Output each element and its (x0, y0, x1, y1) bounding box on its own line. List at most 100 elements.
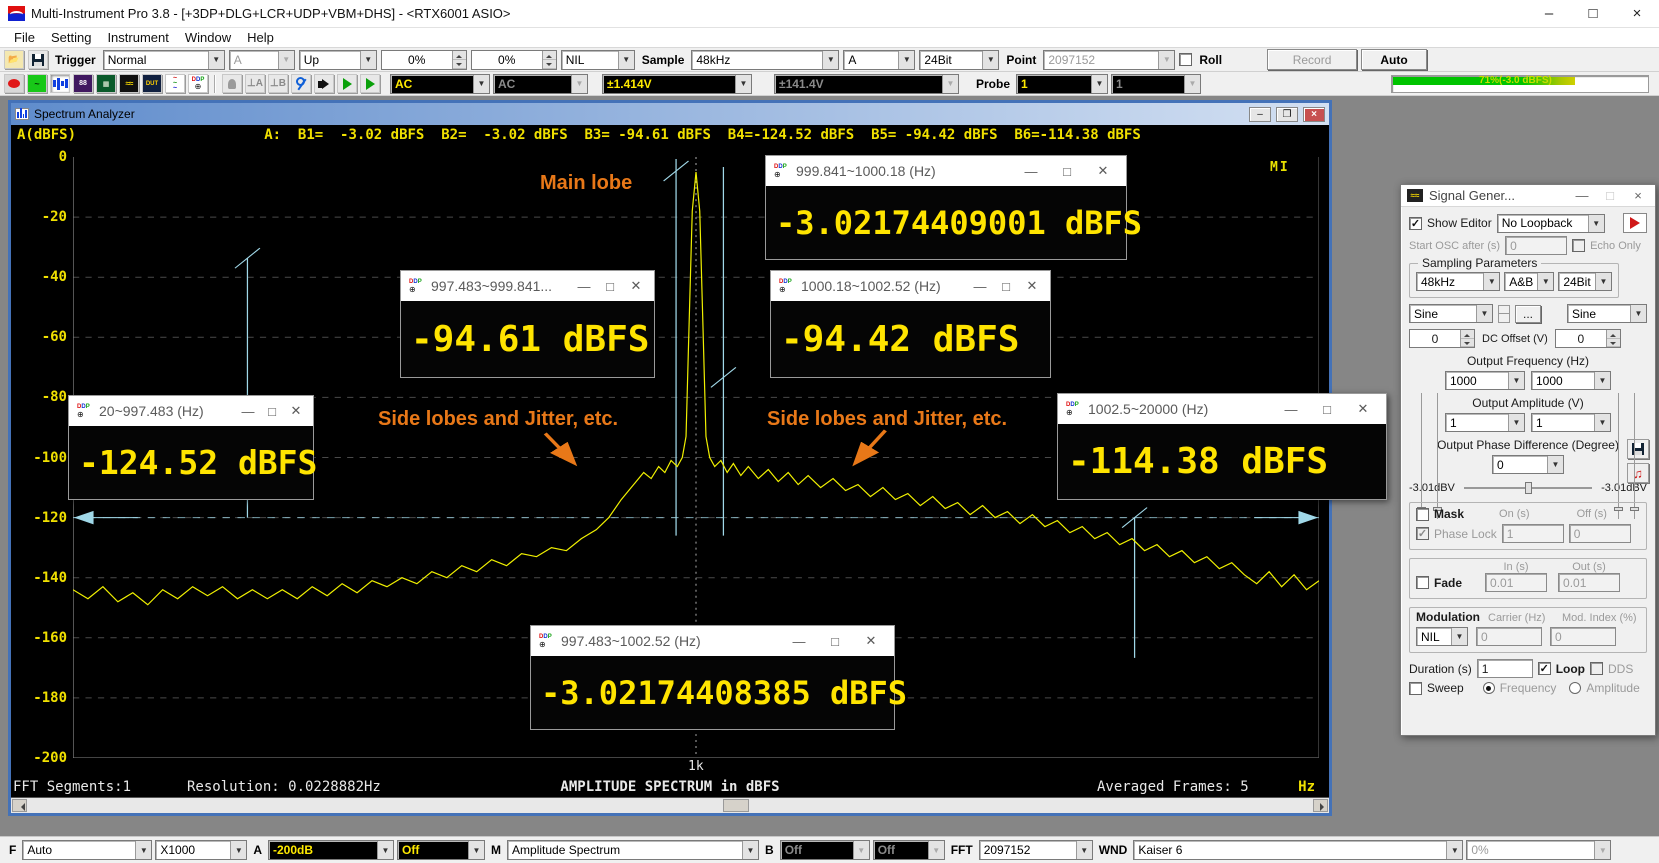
sweep-frequency-radio[interactable] (1483, 682, 1495, 694)
menu-window[interactable]: Window (177, 30, 239, 45)
minimize-icon[interactable]: – (1249, 107, 1271, 122)
data-point-viewer-icon[interactable]: DDP⊕ (188, 74, 208, 93)
menu-file[interactable]: File (6, 30, 43, 45)
trigger-delay-stepper[interactable]: 0% (471, 50, 557, 70)
window-function-select[interactable]: Kaiser 6▼ (1133, 840, 1463, 860)
close-icon[interactable]: ✕ (1022, 278, 1042, 294)
maximize-icon[interactable]: □ (1571, 0, 1615, 28)
minimize-icon[interactable]: — (1276, 402, 1306, 417)
ddp-popup-high-band[interactable]: DDP⊕ 1002.5~20000 (Hz) — □ ✕ -114.38 dBF… (1057, 393, 1387, 500)
loop-checkbox[interactable] (1538, 662, 1551, 675)
wave-library-button[interactable]: ... (1515, 305, 1541, 323)
wave-stepper[interactable] (1498, 305, 1510, 323)
waveform-b-select[interactable]: Sine▼ (1567, 304, 1647, 323)
frequency-axis-select[interactable]: Auto▼ (22, 840, 152, 860)
sweep-amplitude-radio[interactable] (1569, 682, 1581, 694)
phase-select[interactable]: 0▼ (1492, 455, 1564, 474)
menu-instrument[interactable]: Instrument (99, 30, 176, 45)
close-icon[interactable]: ✕ (626, 278, 646, 294)
fade-checkbox[interactable] (1416, 576, 1429, 589)
scroll-right-icon[interactable] (1313, 799, 1328, 812)
output-slider-track-a2[interactable] (1437, 393, 1438, 519)
sampling-channel-select[interactable]: A▼ (843, 50, 915, 70)
restore-icon[interactable]: ❐ (1276, 107, 1298, 122)
popup-titlebar[interactable]: DDP⊕ 997.483~999.841... — □ ✕ (401, 271, 654, 301)
device-under-test-icon[interactable]: DUT (142, 74, 162, 93)
gen-bits-select[interactable]: 24Bit▼ (1558, 272, 1612, 291)
ddp-popup-right-sidelobe[interactable]: DDP⊕ 1000.18~1002.52 (Hz) — □ ✕ -94.42 d… (770, 270, 1051, 378)
minimize-icon[interactable]: — (574, 279, 594, 294)
sampling-bits-select[interactable]: 24Bit▼ (919, 50, 999, 70)
gen-channel-select[interactable]: A&B▼ (1504, 272, 1554, 291)
probe-a-select[interactable]: 1▼ (1016, 74, 1108, 94)
open-file-icon[interactable]: 📂 (4, 50, 24, 69)
spectrum-plot-area[interactable]: 0 -20 -40 -60 -80 -100 -120 -140 -160 -1… (11, 145, 1329, 797)
modulation-select[interactable]: NIL▼ (1416, 627, 1468, 646)
close-icon[interactable]: ✕ (1088, 163, 1118, 179)
popup-titlebar[interactable]: DDP⊕ 20~997.483 (Hz) — □ ✕ (69, 396, 313, 426)
ddp-popup-main-band[interactable]: DDP⊕ 997.483~1002.52 (Hz) — □ ✕ -3.02174… (530, 625, 895, 730)
oscilloscope-icon[interactable] (4, 74, 24, 93)
run-once-icon[interactable] (360, 74, 380, 93)
trigger-edge-select[interactable]: Up▼ (299, 50, 377, 70)
spectrum-window-titlebar[interactable]: Spectrum Analyzer – ❐ × (11, 103, 1329, 125)
zoom-select[interactable]: X1000▼ (155, 840, 247, 860)
loopback-select[interactable]: No Loopback▼ (1497, 214, 1605, 233)
output-slider-track-b2[interactable] (1634, 393, 1635, 519)
derived-data-curves-icon[interactable]: ~~~ (165, 74, 185, 93)
range-a-select[interactable]: ±1.414V▼ (602, 74, 752, 94)
sampling-rate-select[interactable]: 48kHz▼ (691, 50, 839, 70)
sweep-checkbox[interactable] (1409, 682, 1422, 695)
roll-checkbox[interactable] (1179, 53, 1192, 66)
horizontal-scrollbar[interactable] (11, 797, 1329, 813)
frequency-b-select[interactable]: 1000▼ (1531, 371, 1611, 390)
popup-titlebar[interactable]: DDP⊕ 999.841~1000.18 (Hz) — □ ✕ (766, 156, 1126, 186)
trigger-mode-select[interactable]: Normal▼ (103, 50, 225, 70)
signal-generator-titlebar[interactable]: ≈≈ Signal Gener... — □ × (1401, 185, 1655, 207)
sound-output-icon[interactable] (314, 74, 334, 93)
maximize-icon[interactable]: □ (1052, 164, 1082, 179)
maximize-icon[interactable]: □ (820, 634, 850, 649)
spectrum-analyzer-icon[interactable] (50, 74, 70, 93)
frequency-a-select[interactable]: 1000▼ (1445, 371, 1525, 390)
trigger-hpf-select[interactable]: NIL▼ (561, 50, 635, 70)
device-test-plan-icon[interactable]: ▦ (96, 74, 116, 93)
ddp-popup-main-peak[interactable]: DDP⊕ 999.841~1000.18 (Hz) — □ ✕ -3.02174… (765, 155, 1127, 260)
maximize-icon[interactable]: □ (600, 279, 620, 294)
minimize-icon[interactable]: — (1016, 164, 1046, 179)
minimize-icon[interactable]: – (1527, 0, 1571, 28)
balance-slider-thumb[interactable] (1525, 482, 1532, 494)
probe-tool-icon[interactable] (291, 74, 311, 93)
maximize-icon[interactable]: □ (1312, 402, 1342, 417)
minimize-icon[interactable]: — (1571, 188, 1593, 203)
dc-offset-a-stepper[interactable]: 0 (1409, 329, 1475, 348)
menu-help[interactable]: Help (239, 30, 282, 45)
close-icon[interactable]: ✕ (1348, 401, 1378, 417)
close-icon[interactable]: ✕ (856, 633, 886, 649)
trigger-level-stepper[interactable]: 0% (381, 50, 467, 70)
output-slider-track-a1[interactable] (1421, 393, 1422, 519)
close-icon[interactable]: × (1303, 107, 1325, 122)
show-editor-checkbox[interactable] (1409, 217, 1422, 230)
close-icon[interactable]: × (1615, 0, 1659, 28)
fft-size-select[interactable]: 2097152▼ (979, 840, 1093, 860)
amplitude-b-select[interactable]: 1▼ (1531, 413, 1611, 432)
amplitude-a-select[interactable]: 1▼ (1445, 413, 1525, 432)
save-icon[interactable] (28, 50, 48, 69)
gen-rate-select[interactable]: 48kHz▼ (1416, 272, 1500, 291)
ddp-popup-left-sidelobe[interactable]: DDP⊕ 997.483~999.841... — □ ✕ -94.61 dBF… (400, 270, 655, 378)
save-waveform-button[interactable] (1627, 439, 1649, 459)
range-a-display-select[interactable]: -200dB▼ (268, 840, 394, 860)
ddp-popup-low-band[interactable]: DDP⊕ 20~997.483 (Hz) — □ ✕ -124.52 dBFS (68, 395, 314, 500)
dc-offset-b-stepper[interactable]: 0 (1555, 329, 1621, 348)
popup-titlebar[interactable]: DDP⊕ 997.483~1002.52 (Hz) — □ ✕ (531, 626, 894, 656)
waveform-a-select[interactable]: Sine▼ (1409, 304, 1493, 323)
output-slider-track-b1[interactable] (1618, 393, 1619, 519)
scrollbar-thumb[interactable] (723, 799, 749, 812)
spectrum-3d-plot-icon[interactable]: ≈≈ (119, 74, 139, 93)
close-icon[interactable]: ✕ (287, 403, 305, 419)
multimeter-icon[interactable]: 88 (73, 74, 93, 93)
view-mode-select[interactable]: Amplitude Spectrum▼ (507, 840, 759, 860)
play-file-button[interactable]: ♫ (1627, 463, 1649, 483)
signal-generator-icon[interactable]: ~ (27, 74, 47, 93)
